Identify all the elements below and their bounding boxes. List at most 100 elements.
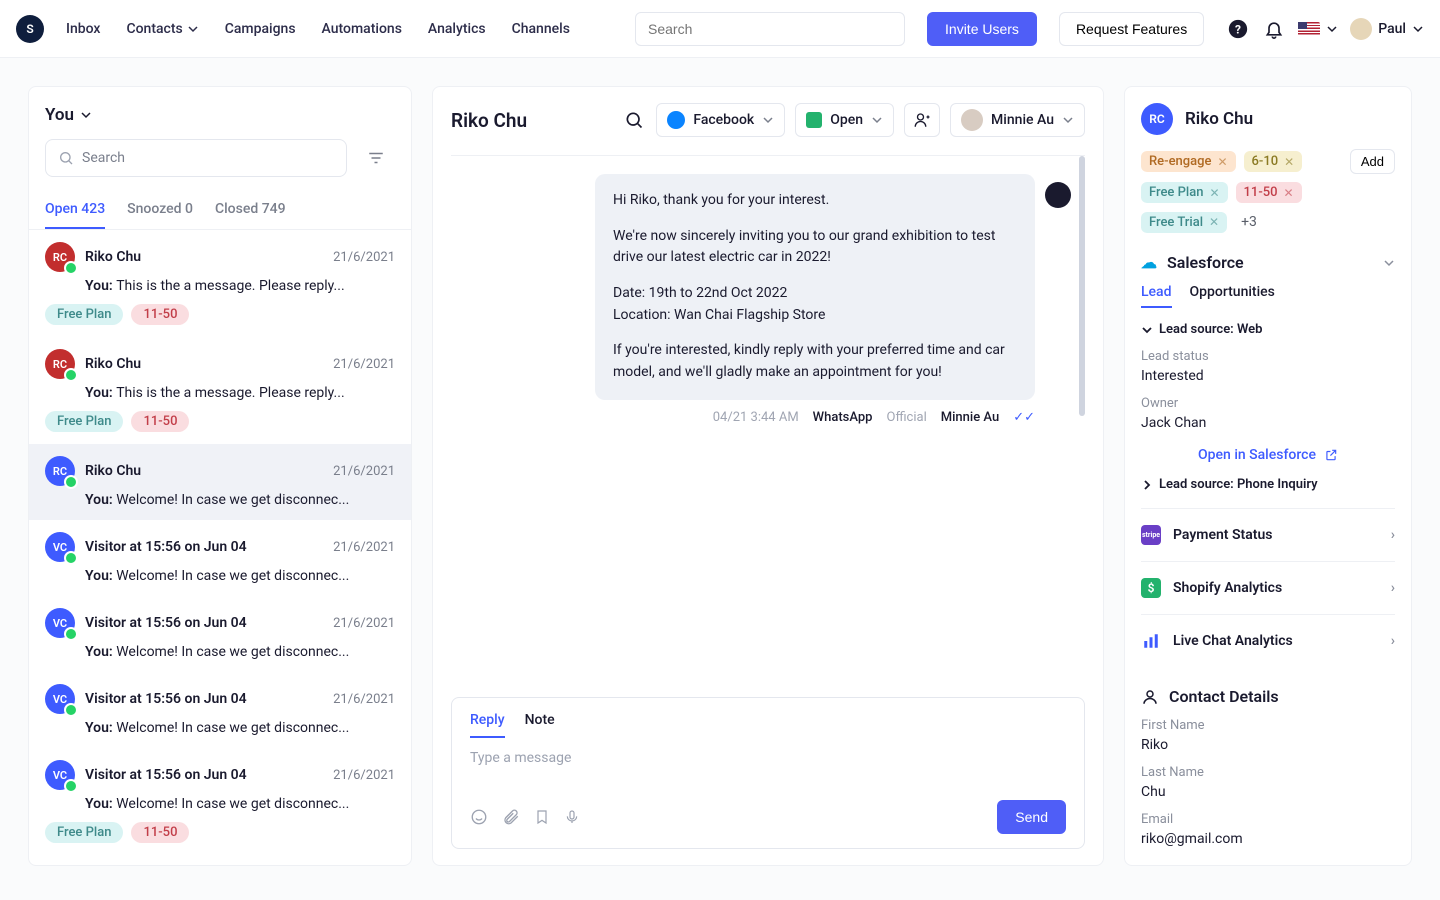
chip-6-10[interactable]: 6-10✕ [1244,151,1303,172]
message-line: If you're interested, kindly reply with … [613,340,1017,383]
conversation-avatar: VC [45,684,75,714]
mic-icon[interactable] [564,808,580,826]
close-icon[interactable]: ✕ [1284,186,1294,200]
chevron-down-icon [762,114,774,126]
conversation-avatar: VC [45,532,75,562]
panel-shopify-analytics[interactable]: $Shopify Analytics› [1141,561,1395,614]
subtab-opportunities[interactable]: Opportunities [1190,284,1275,308]
inbox-filter-button[interactable] [357,139,395,177]
status-selector[interactable]: Open [795,103,894,137]
compose-input[interactable]: Type a message [452,738,1084,790]
open-in-salesforce-link[interactable]: Open in Salesforce [1141,447,1395,463]
conversation-item[interactable]: VC Visitor at 15:56 on Jun 04 21/6/2021 … [29,672,411,748]
conversation-item[interactable]: RC Riko Chu 21/6/2021 You: This is the a… [29,337,411,444]
user-menu[interactable]: Paul [1350,18,1424,40]
field-value: Interested [1141,368,1395,384]
read-receipt-icon: ✓✓ [1013,410,1035,425]
add-tag-button[interactable]: Add [1350,149,1395,174]
field-value: riko@gmail.com [1141,831,1395,847]
chip-free-plan[interactable]: Free Plan✕ [1141,182,1228,203]
channel-selector[interactable]: Facebook [656,103,785,137]
nav-automations[interactable]: Automations [322,21,402,37]
contact-details-section: Contact Details First NameRiko Last Name… [1141,687,1395,847]
conversation-avatar: VC [45,760,75,790]
chip-11-50[interactable]: 11-50✕ [1236,182,1302,203]
help-icon[interactable]: ? [1226,17,1250,41]
add-collaborator-button[interactable] [904,103,940,137]
assignee-selector[interactable]: Minnie Au [950,103,1085,137]
close-icon[interactable]: ✕ [1284,155,1294,169]
compose-tab-note[interactable]: Note [525,712,555,738]
conversation-preview: You: Welcome! In case we get disconnec..… [45,796,395,812]
contact-header: RC Riko Chu [1141,103,1395,135]
scrollbar-thumb[interactable] [1079,156,1085,416]
conversation-search-button[interactable] [622,108,646,132]
conversation-title: Riko Chu [451,109,527,132]
message-bubble: Hi Riko, thank you for your interest. We… [595,174,1035,400]
field-label: Email [1141,812,1395,827]
conversation-preview: You: Welcome! In case we get disconnec..… [45,720,395,736]
request-features-button[interactable]: Request Features [1059,12,1204,46]
inbox-sidebar: You Search Open 423 Snoozed 0 Closed 749… [28,86,412,866]
chip-free-trial[interactable]: Free Trial✕ [1141,212,1227,233]
bookmark-icon[interactable] [534,808,550,826]
panel-livechat-analytics[interactable]: Live Chat Analytics› [1141,614,1395,667]
whatsapp-badge-icon [64,368,78,382]
panel-label: Shopify Analytics [1173,580,1282,596]
conversation-name: Riko Chu [85,463,323,479]
field-label: Lead status [1141,349,1395,364]
bell-icon[interactable] [1262,17,1286,41]
nav-analytics[interactable]: Analytics [428,21,486,37]
attachment-icon[interactable] [502,808,520,826]
contact-panel: RC Riko Chu Re-engage✕ 6-10✕ Add Free Pl… [1124,86,1412,866]
contact-name: Riko Chu [1185,109,1253,129]
chip-more[interactable]: +3 [1235,211,1263,233]
conversation-item[interactable]: VC Visitor at 15:56 on Jun 04 21/6/2021 … [29,596,411,672]
field-label: Last Name [1141,765,1395,780]
accordion-lead-source-phone[interactable]: Lead source: Phone Inquiry [1141,477,1395,492]
salesforce-toggle[interactable]: ☁Salesforce [1141,253,1395,272]
section-title: Salesforce [1167,253,1244,272]
message-tag: Official [887,410,927,425]
search-icon [624,110,644,130]
send-button[interactable]: Send [997,800,1066,834]
conversation-item[interactable]: VC Visitor at 15:56 on Jun 04 21/6/2021 … [29,748,411,855]
conversation-item[interactable]: VC Visitor at 15:56 on Jun 04 21/6/2021 … [29,520,411,596]
nav-contacts[interactable]: Contacts [126,21,198,37]
tab-closed[interactable]: Closed 749 [215,201,286,229]
conversation-preview: You: This is the a message. Please reply… [45,385,395,401]
conversation-tag: 11-50 [131,411,189,432]
chip-reengage[interactable]: Re-engage✕ [1141,151,1236,172]
external-link-icon [1324,448,1338,462]
global-search-input[interactable] [635,12,905,46]
whatsapp-badge-icon [64,261,78,275]
nav-inbox[interactable]: Inbox [66,21,100,37]
tab-open[interactable]: Open 423 [45,201,105,229]
accordion-lead-source-web[interactable]: Lead source: Web [1141,322,1395,337]
assignee-avatar [961,109,983,131]
conversation-item[interactable]: RC Riko Chu 21/6/2021 You: Welcome! In c… [29,444,411,520]
nav-channels[interactable]: Channels [512,21,570,37]
close-icon[interactable]: ✕ [1209,215,1219,229]
conversation-list: RC Riko Chu 21/6/2021 You: This is the a… [29,229,411,865]
inbox-owner-selector[interactable]: You [45,105,395,125]
invite-users-button[interactable]: Invite Users [927,12,1037,46]
conversation-name: Visitor at 15:56 on Jun 04 [85,767,323,783]
close-icon[interactable]: ✕ [1209,186,1219,200]
whatsapp-badge-icon [64,551,78,565]
subtab-lead[interactable]: Lead [1141,284,1172,308]
tab-snoozed[interactable]: Snoozed 0 [127,201,193,229]
message-line: Date: 19th to 22nd Oct 2022 Location: Wa… [613,283,1017,326]
message-scroll-area[interactable]: Hi Riko, thank you for your interest. We… [451,156,1085,697]
salesforce-section: ☁Salesforce Lead Opportunities Lead sour… [1141,253,1395,492]
topbar-actions: ? Paul [1226,17,1424,41]
compose-tab-reply[interactable]: Reply [470,712,505,738]
emoji-icon[interactable] [470,808,488,826]
panel-payment-status[interactable]: stripePayment Status› [1141,508,1395,561]
chevron-down-icon [1062,114,1074,126]
conversation-item[interactable]: RC Riko Chu 21/6/2021 You: This is the a… [29,230,411,337]
inbox-search[interactable]: Search [45,139,347,177]
close-icon[interactable]: ✕ [1217,155,1227,169]
nav-campaigns[interactable]: Campaigns [225,21,296,37]
locale-selector[interactable] [1298,22,1338,36]
